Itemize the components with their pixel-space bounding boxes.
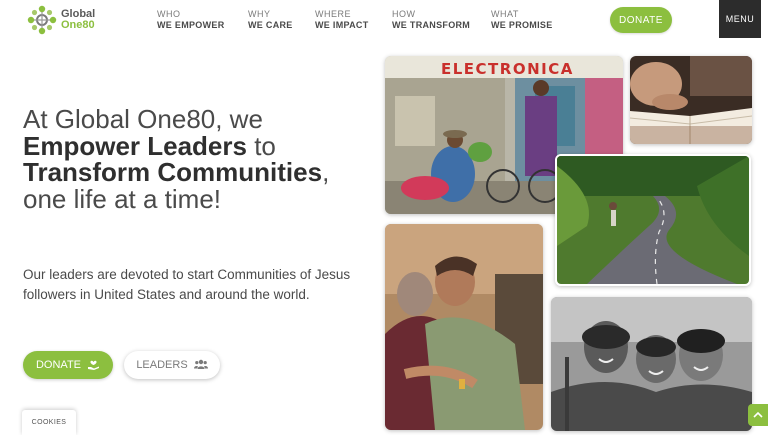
hero-leaders-button[interactable]: LEADERS [124,351,220,379]
hero-donate-button[interactable]: DONATE [23,351,113,379]
logo-text: Global One80 [61,9,95,31]
chevron-up-icon [753,406,763,424]
nav-where-small: WHERE [315,9,351,19]
nav-why-we-care[interactable]: WHY WE CARE [248,9,293,31]
photo-open-book [630,56,752,144]
hero-donate-label: DONATE [35,359,82,371]
nav-what-small: WHAT [491,9,519,19]
nav-who-small: WHO [157,9,181,19]
nav-how-small: HOW [392,9,416,19]
nav-what-big: WE PROMISE [491,20,553,30]
hero-leaders-label: LEADERS [136,359,188,371]
headline-part1: At Global One80, we [23,104,263,134]
photo-winding-road [555,154,751,286]
scroll-to-top-button[interactable] [748,404,768,426]
nav-how-big: WE TRANSFORM [392,20,471,30]
hero-headline: At Global One80, we Empower Leaders to T… [23,106,353,212]
headline-bold1: Empower Leaders [23,130,247,161]
site-header: Global One80 WHO WE EMPOWER WHY WE CARE … [0,0,768,40]
nav-where-big: WE IMPACT [315,20,369,30]
nav-why-big: WE CARE [248,20,293,30]
nav-why-small: WHY [248,9,271,19]
photo-smiling-children [551,297,752,431]
headline-part2: to [246,130,276,161]
nav-where-we-impact[interactable]: WHERE WE IMPACT [315,9,369,31]
nav-who-big: WE EMPOWER [157,20,225,30]
nav-how-we-transform[interactable]: HOW WE TRANSFORM [392,9,470,31]
hero-subtext: Our leaders are devoted to start Communi… [23,267,351,302]
hand-heart-icon [87,358,100,373]
logo-mark-icon [26,4,58,36]
photo-men-embracing [385,224,543,430]
menu-button[interactable]: MENU [719,0,761,38]
street-sign: ELECTRONICA [441,60,574,78]
people-group-icon [193,359,208,372]
headline-bold2: Transform Communities [23,157,323,187]
nav-what-we-promise[interactable]: WHAT WE PROMISE [491,9,553,31]
logo[interactable]: Global One80 [26,4,95,36]
nav-who-we-empower[interactable]: WHO WE EMPOWER [157,9,225,31]
header-donate-button[interactable]: DONATE [610,7,672,33]
cookies-tab[interactable]: COOKIES [22,410,76,435]
logo-line2: One80 [61,19,95,31]
